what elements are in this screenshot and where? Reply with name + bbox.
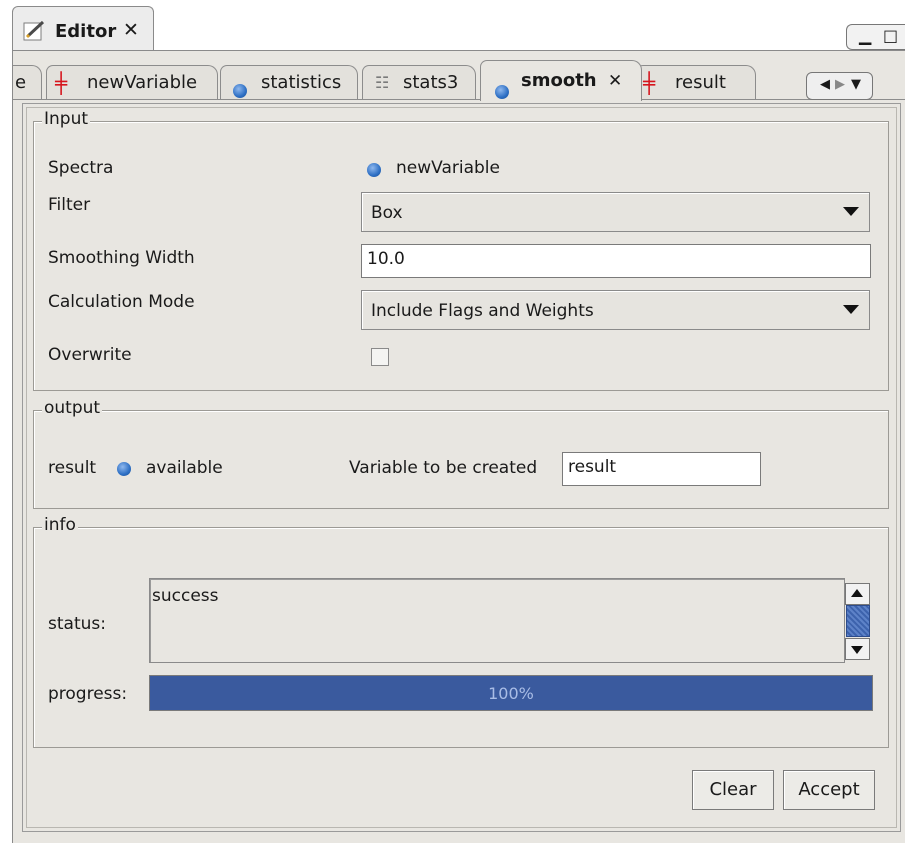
calculation-mode-value: Include Flags and Weights (371, 301, 594, 321)
variable-to-create-label: Variable to be created (349, 458, 538, 478)
view-header (152, 6, 905, 50)
tab-label: e (15, 72, 27, 93)
status-scrollbar[interactable] (845, 581, 870, 661)
chevron-right-icon[interactable]: ▶ (835, 77, 845, 92)
spectra-label: Spectra (48, 158, 114, 178)
chevron-up-icon (851, 589, 863, 597)
input-legend: Input (42, 109, 91, 129)
scroll-down-button[interactable] (845, 638, 870, 660)
status-value: success (152, 586, 219, 606)
result-label: result (48, 458, 97, 478)
smoothing-width-label: Smoothing Width (48, 248, 195, 268)
tab-label: smooth (521, 70, 597, 91)
chevron-down-icon (843, 207, 859, 216)
tab-stats3[interactable]: ☷ stats3 (362, 65, 476, 100)
calculation-mode-select[interactable]: Include Flags and Weights (361, 290, 870, 330)
chevron-down-icon (851, 646, 863, 654)
close-icon[interactable]: ✕ (608, 61, 622, 101)
tab-label: stats3 (403, 72, 459, 93)
filter-value: Box (371, 203, 403, 223)
spectra-value: newVariable (396, 158, 500, 178)
smoothing-width-value: 10.0 (367, 249, 405, 269)
info-legend: info (42, 515, 78, 535)
calculation-mode-label: Calculation Mode (48, 292, 195, 312)
accept-button[interactable]: Accept (783, 770, 875, 810)
stats-table-icon: ☷ (375, 73, 390, 92)
variable-name-value: result (568, 457, 617, 477)
variable-cross-icon: ╪ (643, 71, 656, 95)
progress-bar: 100% (149, 675, 873, 711)
available-label: available (146, 458, 223, 478)
editor-view-tab[interactable]: Editor ✕ (12, 6, 154, 53)
clear-button[interactable]: Clear (692, 770, 774, 810)
overwrite-label: Overwrite (48, 345, 132, 365)
tab-newvariable[interactable]: ╪ newVariable (46, 65, 218, 100)
tab-label: statistics (261, 72, 342, 93)
chevron-down-icon (843, 305, 859, 314)
tab-result[interactable]: ╪ result (636, 65, 756, 100)
edit-icon (23, 20, 45, 41)
minimize-button[interactable]: ▁ (859, 26, 871, 45)
tab-statistics[interactable]: statistics (220, 65, 358, 100)
tab-partial[interactable]: e (13, 65, 42, 100)
tab-smooth[interactable]: smooth ✕ (480, 60, 642, 101)
status-label: status: (48, 614, 106, 634)
editor-view-title: Editor (55, 21, 117, 42)
output-legend: output (42, 398, 103, 418)
tab-label: result (675, 72, 726, 93)
filter-label: Filter (48, 195, 91, 215)
overwrite-checkbox[interactable] (371, 348, 389, 366)
maximize-button[interactable]: □ (883, 26, 898, 45)
variable-cross-icon: ╪ (55, 71, 68, 95)
tab-label: newVariable (87, 72, 198, 93)
blue-dot-icon (495, 74, 509, 114)
blue-dot-icon (117, 461, 131, 481)
progress-label: progress: (48, 684, 128, 704)
view-window-controls: ▁ □ (846, 24, 905, 50)
tab-navigation: ◀ ▶ ▼ (806, 72, 873, 100)
progress-text: 100% (488, 684, 534, 703)
chevron-left-icon[interactable]: ◀ (820, 77, 830, 92)
filter-select[interactable]: Box (361, 192, 870, 232)
divider (12, 50, 905, 51)
blue-dot-icon (367, 162, 381, 182)
scroll-up-button[interactable] (845, 583, 870, 605)
close-icon[interactable]: ✕ (123, 19, 139, 41)
scroll-thumb[interactable] (846, 605, 870, 637)
divider (13, 99, 905, 100)
chevron-down-icon[interactable]: ▼ (851, 77, 861, 92)
status-textarea[interactable]: success (149, 578, 845, 663)
variable-name-input[interactable]: result (562, 452, 761, 486)
smoothing-width-input[interactable]: 10.0 (361, 244, 871, 278)
